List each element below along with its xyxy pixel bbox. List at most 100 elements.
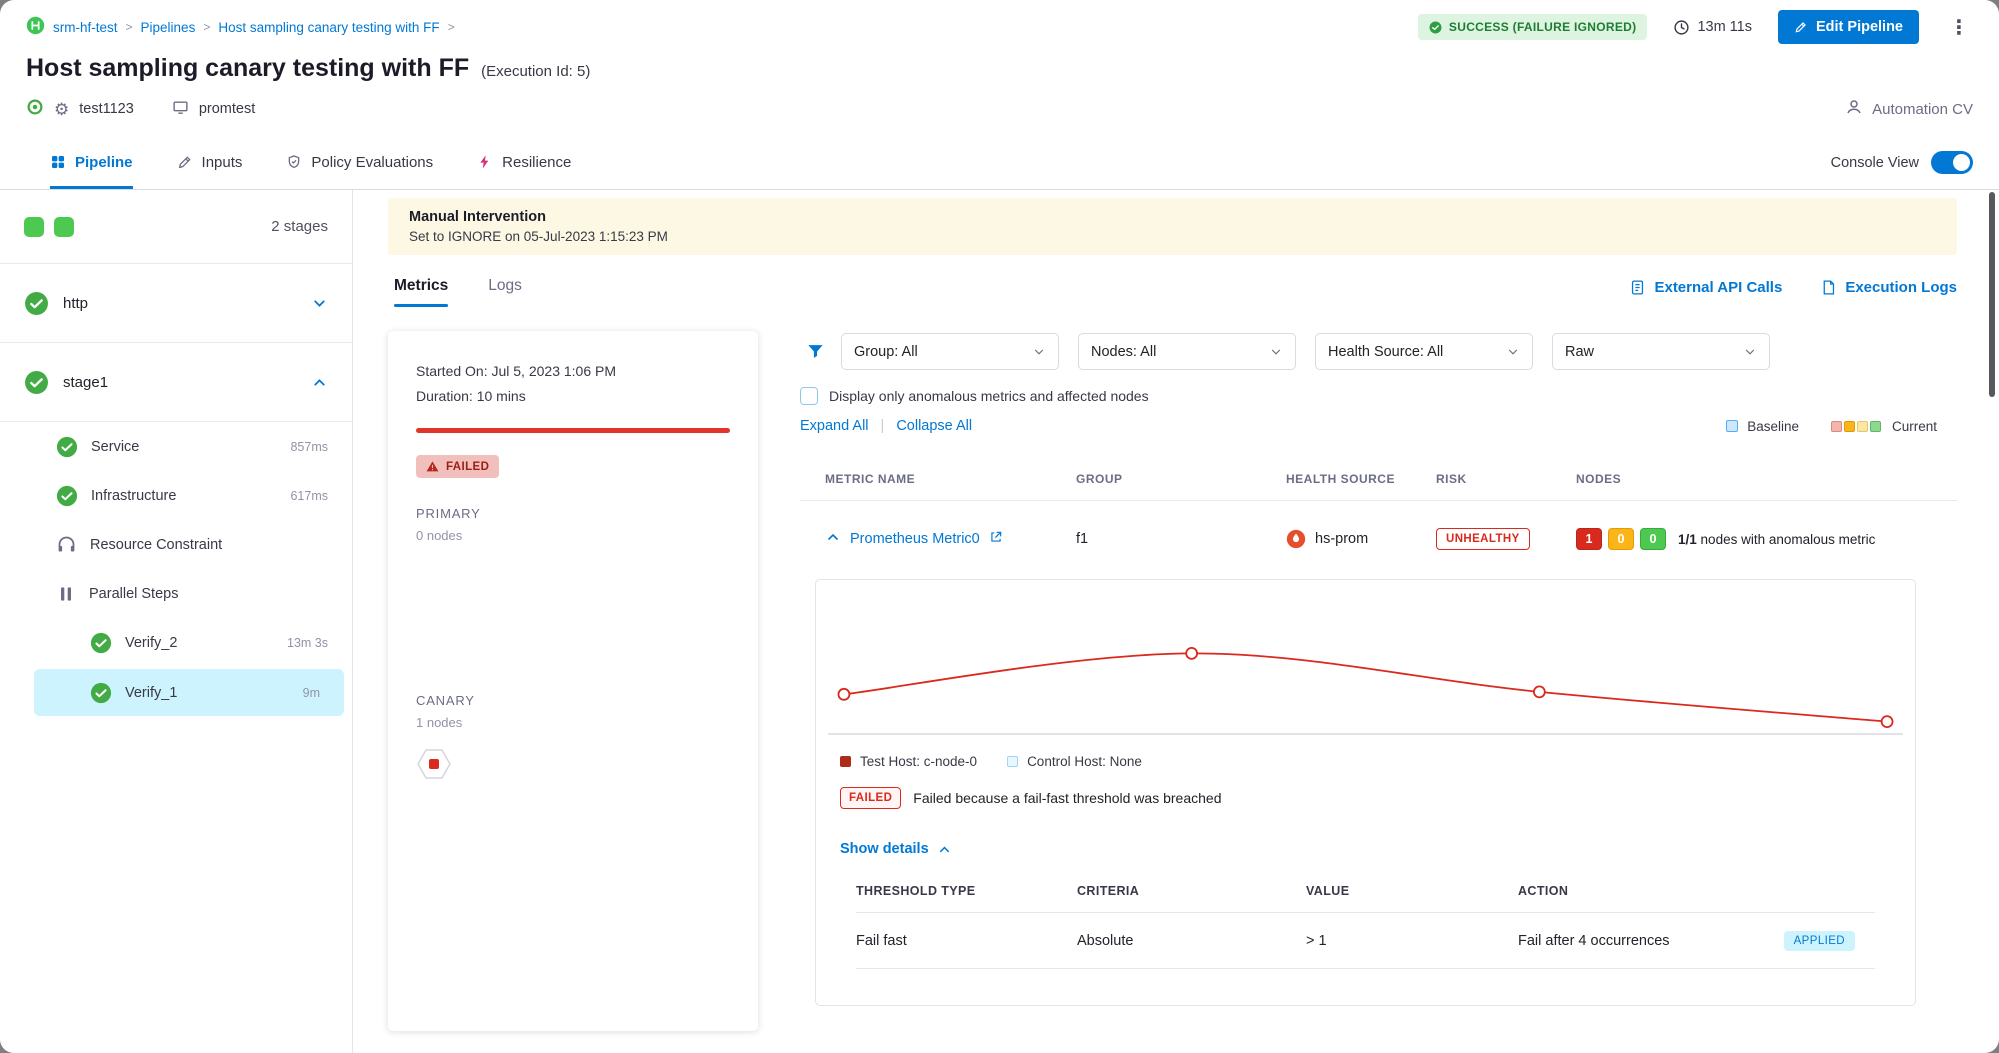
sidebar-step-infrastructure[interactable]: Infrastructure 617ms	[0, 471, 352, 520]
chart-legend: Test Host: c-node-0 Control Host: None	[828, 754, 1903, 769]
canary-label: CANARY	[416, 693, 730, 708]
collapse-all-link[interactable]: Collapse All	[896, 418, 972, 434]
step-name: Verify_1	[125, 685, 177, 701]
baseline-legend-swatch	[1726, 420, 1738, 432]
healthy-node-count-badge: 0	[1640, 528, 1666, 550]
view-mode-value: Raw	[1565, 344, 1594, 360]
external-api-calls-link[interactable]: External API Calls	[1629, 279, 1782, 296]
step-name: Verify_2	[125, 635, 177, 651]
current-legend-swatch-orange	[1844, 421, 1855, 432]
step-detail-tabs: Metrics Logs External API Calls Executio…	[388, 277, 1957, 307]
sidebar-step-resource-constraint[interactable]: Resource Constraint	[0, 520, 352, 569]
toggle-knob	[1953, 154, 1970, 171]
metric-group: f1	[1076, 531, 1286, 547]
tab-resilience[interactable]: Resilience	[477, 136, 571, 189]
external-link-icon[interactable]	[989, 530, 1003, 549]
sidebar-step-service[interactable]: Service 857ms	[0, 422, 352, 471]
chart-color-legend: Baseline Current	[1726, 419, 1957, 434]
clock-icon	[1673, 19, 1690, 36]
threshold-table-row: Fail fast Absolute > 1 Fail after 4 occu…	[856, 913, 1875, 969]
elapsed-time-value: 13m 11s	[1697, 19, 1752, 35]
breadcrumb-separator: >	[448, 20, 455, 34]
chevron-down-icon[interactable]	[311, 295, 328, 312]
chevron-up-icon[interactable]	[311, 374, 328, 391]
success-check-icon	[24, 291, 49, 316]
vertical-scrollbar[interactable]	[1989, 192, 1995, 397]
tab-pipeline-label: Pipeline	[75, 154, 133, 171]
anomalous-only-checkbox[interactable]	[800, 387, 818, 405]
tab-logs[interactable]: Logs	[488, 277, 522, 307]
edit-pipeline-button[interactable]: Edit Pipeline	[1778, 10, 1919, 44]
environment-icon	[172, 99, 189, 120]
threshold-table: THRESHOLD TYPE CRITERIA VALUE ACTION Fai…	[856, 884, 1875, 969]
col-metric-name: METRIC NAME	[825, 472, 1076, 486]
manual-intervention-banner: Manual Intervention Set to IGNORE on 05-…	[388, 198, 1957, 255]
tab-metrics[interactable]: Metrics	[394, 277, 448, 307]
breadcrumb-separator: >	[126, 20, 133, 34]
col-nodes: NODES	[1576, 472, 1957, 486]
harness-logo-icon	[26, 16, 45, 38]
gear-icon: ⚙	[54, 101, 69, 118]
view-mode-dropdown[interactable]: Raw	[1552, 333, 1770, 370]
verification-status-badge: FAILED	[416, 455, 499, 478]
canary-node-count: 1 nodes	[416, 715, 730, 730]
control-host-legend-label: Control Host: None	[1027, 754, 1142, 769]
analysis-failed-message: Failed because a fail-fast threshold was…	[913, 790, 1221, 806]
breadcrumb-current-pipeline-link[interactable]: Host sampling canary testing with FF	[218, 20, 439, 35]
metric-name-link[interactable]: Prometheus Metric0	[850, 531, 980, 547]
sidebar-stage-stage1[interactable]: stage1	[0, 343, 352, 422]
tab-policy-evaluations[interactable]: Policy Evaluations	[286, 136, 433, 189]
warning-triangle-icon	[426, 460, 439, 473]
current-legend-swatch-yellow	[1857, 421, 1868, 432]
tab-inputs[interactable]: Inputs	[177, 136, 243, 189]
metric-row-prometheus-metric0: Prometheus Metric0 f1 hs-prom UNHEALTHY	[800, 501, 1957, 577]
breadcrumb-pipelines-link[interactable]: Pipelines	[141, 20, 196, 35]
collapse-metric-chevron-icon[interactable]	[825, 529, 841, 550]
canary-node-hexagon[interactable]	[416, 748, 730, 785]
health-source-filter-dropdown[interactable]: Health Source: All	[1315, 333, 1533, 370]
col-criteria: CRITERIA	[1077, 884, 1306, 898]
sidebar-step-parallel-steps[interactable]: Parallel Steps	[0, 569, 352, 618]
shield-check-icon	[286, 154, 302, 170]
pencil-icon	[1794, 20, 1808, 34]
expand-all-link[interactable]: Expand All	[800, 418, 869, 434]
breadcrumb: srm-hf-test > Pipelines > Host sampling …	[26, 16, 455, 38]
execution-status-badge: SUCCESS (FAILURE IGNORED)	[1418, 14, 1648, 40]
success-check-icon	[90, 632, 112, 654]
nodes-filter-dropdown[interactable]: Nodes: All	[1078, 333, 1296, 370]
breadcrumb-project-link[interactable]: srm-hf-test	[53, 20, 118, 35]
metric-detail-card: Test Host: c-node-0 Control Host: None F…	[815, 579, 1916, 1006]
sidebar-step-verify-2[interactable]: Verify_2 13m 3s	[0, 618, 352, 667]
console-view-label: Console View	[1831, 155, 1919, 171]
show-details-label: Show details	[840, 841, 929, 857]
col-threshold-type: THRESHOLD TYPE	[856, 884, 1077, 898]
current-legend-label: Current	[1892, 419, 1937, 434]
group-filter-dropdown[interactable]: Group: All	[841, 333, 1059, 370]
col-risk: RISK	[1436, 472, 1576, 486]
control-host-legend-swatch	[1007, 756, 1018, 767]
show-details-link[interactable]: Show details	[840, 841, 952, 857]
external-api-calls-label: External API Calls	[1654, 279, 1782, 296]
tab-resilience-label: Resilience	[502, 154, 571, 171]
app-window: srm-hf-test > Pipelines > Host sampling …	[0, 0, 1999, 1053]
console-view-toggle[interactable]	[1931, 151, 1973, 174]
test-host-legend-swatch	[840, 756, 851, 767]
nodes-ratio-text: nodes with anomalous metric	[1701, 532, 1876, 547]
execution-logs-link[interactable]: Execution Logs	[1820, 279, 1957, 296]
test-host-legend-label: Test Host: c-node-0	[860, 754, 977, 769]
col-action: ACTION	[1518, 884, 1875, 898]
elapsed-time: 13m 11s	[1673, 19, 1752, 36]
sidebar-step-verify-1[interactable]: Verify_1 9m	[34, 669, 344, 716]
banner-message: Set to IGNORE on 05-Jul-2023 1:15:23 PM	[409, 229, 1936, 244]
metric-timeseries-chart[interactable]	[828, 596, 1903, 746]
risk-badge: UNHEALTHY	[1436, 528, 1530, 550]
execution-logs-label: Execution Logs	[1845, 279, 1957, 296]
more-options-menu[interactable]: ⋮	[1945, 15, 1973, 40]
sidebar-stage-http[interactable]: http	[0, 264, 352, 343]
analysis-failed-badge: FAILED	[840, 787, 901, 809]
chevron-down-icon	[1743, 345, 1757, 359]
tab-pipeline[interactable]: Pipeline	[50, 136, 133, 189]
filter-funnel-icon[interactable]	[806, 342, 825, 361]
inputs-icon	[177, 154, 193, 170]
action-value: Fail after 4 occurrences	[1518, 933, 1670, 949]
